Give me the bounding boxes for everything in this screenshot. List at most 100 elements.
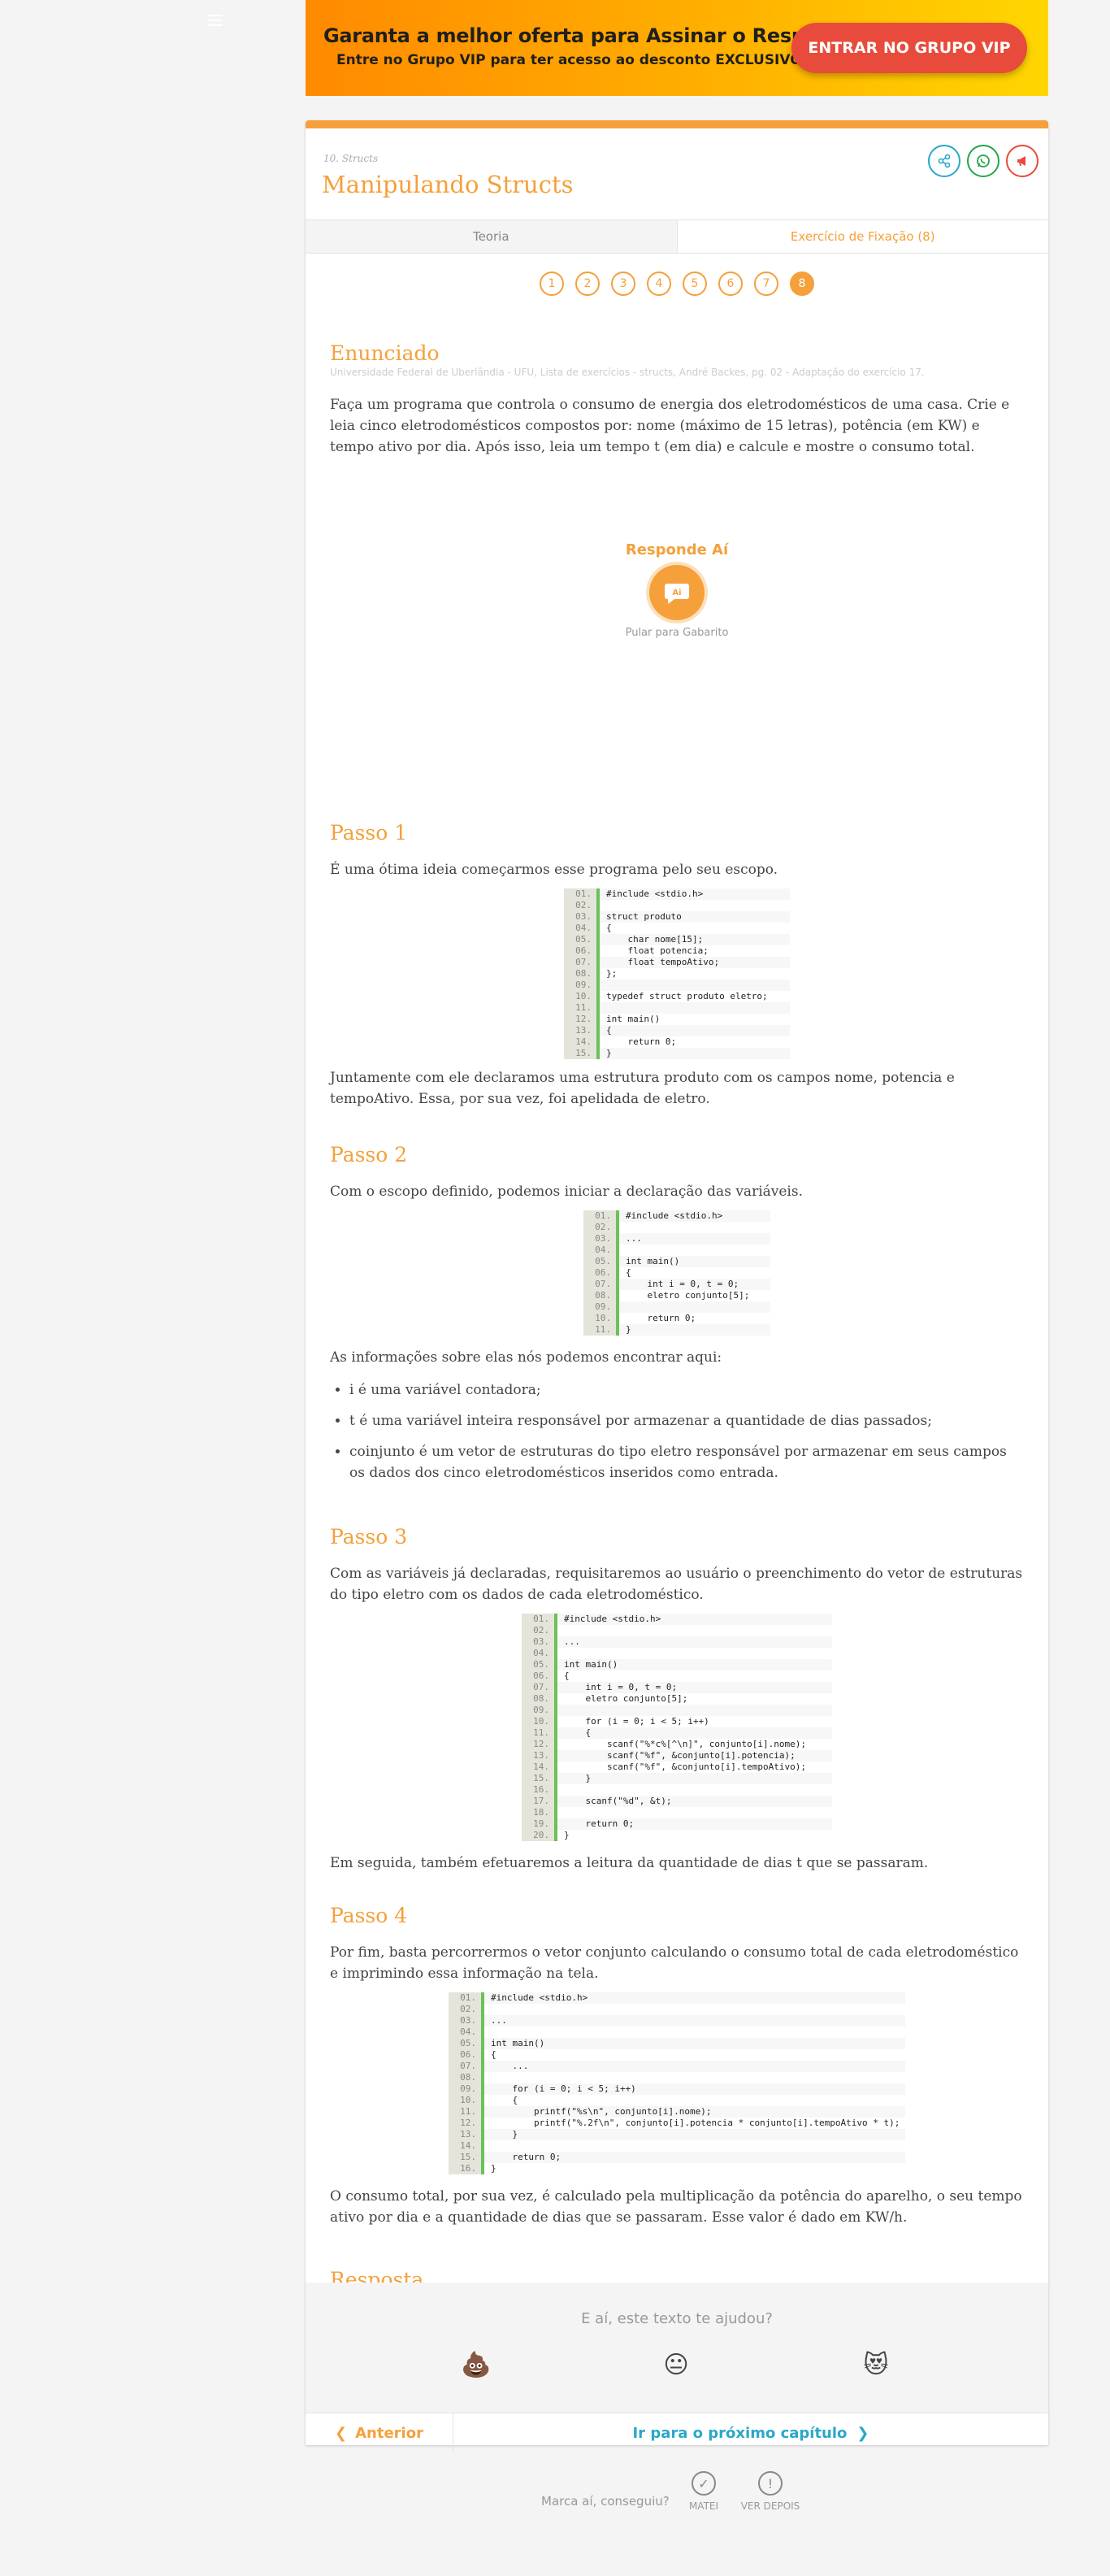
code-text: #include <stdio.h> xyxy=(606,888,704,899)
code-text: eletro conjunto[5]; xyxy=(564,1693,688,1704)
code-line: 07. ... xyxy=(449,2061,905,2072)
line-number: 16. xyxy=(449,2163,484,2174)
code-text: { xyxy=(606,1025,612,1036)
line-number: 10. xyxy=(583,1313,619,1324)
line-number: 05. xyxy=(583,1256,619,1267)
line-number: 07. xyxy=(583,1279,619,1290)
line-number: 04. xyxy=(564,923,600,934)
code-line: 10. return 0; xyxy=(583,1313,770,1324)
tab-teoria[interactable]: Teoria xyxy=(306,220,678,253)
code-text: int i = 0, t = 0; xyxy=(564,1682,678,1692)
code-text: struct produto xyxy=(606,911,682,922)
next-chapter-button[interactable]: Ir para o próximo capítulo ❯ xyxy=(453,2413,1048,2453)
chevron-right-icon: ❯ xyxy=(856,2425,869,2442)
code-line: 12. printf("%.2f\n", conjunto[i].potenci… xyxy=(449,2118,905,2129)
tab-bar: Teoria Exercício de Fixação (8) xyxy=(306,219,1048,254)
code-line: 08. xyxy=(449,2072,905,2083)
code-block: 01. #include <stdio.h> 02. 03. struct produt… xyxy=(564,888,790,1059)
code-line: 03.... xyxy=(583,1233,770,1245)
page-button[interactable]: 5 xyxy=(683,272,707,296)
line-number: 06. xyxy=(449,2049,484,2061)
feedback-section: E aí, este texto te ajudou? 💩 😐 😻 xyxy=(306,2283,1048,2413)
menu-icon[interactable] xyxy=(208,15,223,26)
code-text: return 0; xyxy=(564,1818,635,1829)
code-text: } xyxy=(606,1048,612,1058)
code-line: 08. eletro conjunto[5]; xyxy=(522,1693,832,1705)
code-block: 01. #include <stdio.h> 02. 03.... 04. 05. int … xyxy=(583,1210,770,1336)
line-number: 05. xyxy=(564,934,600,945)
code-line: 03. struct produto xyxy=(564,911,790,923)
code-line: 01. #include <stdio.h> xyxy=(564,888,790,900)
code-text: eletro conjunto[5]; xyxy=(626,1290,750,1301)
skip-to-answer-label[interactable]: Pular para Gabarito xyxy=(330,627,1024,639)
line-number: 15. xyxy=(449,2152,484,2163)
code-line: 04. xyxy=(522,1648,832,1659)
code-text: return 0; xyxy=(491,2152,562,2162)
code-line: 09. xyxy=(564,980,790,991)
code-line: 10. { xyxy=(449,2095,905,2106)
breadcrumb[interactable]: 10. Structs xyxy=(323,153,378,164)
code-block: 01. #include <stdio.h> 02. 03.... 04. 05. int … xyxy=(449,1992,905,2174)
share-icon[interactable] xyxy=(928,145,960,177)
page-button[interactable]: 3 xyxy=(611,272,635,296)
page-button[interactable]: 4 xyxy=(647,272,671,296)
code-line: 03.... xyxy=(522,1636,832,1648)
poop-icon[interactable]: 💩 xyxy=(460,2349,492,2382)
tab-exercicio[interactable]: Exercício de Fixação (8) xyxy=(677,220,1048,253)
report-icon[interactable] xyxy=(1006,145,1038,177)
line-number: 12. xyxy=(564,1014,600,1025)
neutral-face-icon[interactable]: 😐 xyxy=(660,2349,692,2382)
vip-group-button[interactable]: ENTRAR NO GRUPO VIP xyxy=(791,23,1027,73)
line-number: 20. xyxy=(522,1830,557,1841)
previous-button[interactable]: ❮ Anterior xyxy=(306,2413,453,2453)
whatsapp-icon[interactable] xyxy=(967,145,999,177)
chevron-left-icon: ❮ xyxy=(335,2425,348,2442)
code-text: { xyxy=(564,1727,592,1738)
passo-intro: Com as variáveis já declaradas, requisit… xyxy=(330,1566,1023,1603)
code-line: 07. float tempoAtivo; xyxy=(564,957,790,968)
code-line: 12. scanf("%*c%[^\n]", conjunto[i].nome)… xyxy=(522,1739,832,1750)
passo-intro: É uma ótima ideia começarmos esse progra… xyxy=(330,862,778,878)
line-number: 09. xyxy=(449,2083,484,2095)
code-text: { xyxy=(491,2095,518,2105)
line-number: 01. xyxy=(522,1614,557,1625)
passo-4: Passo 4 Por fim, basta percorrermos o ve… xyxy=(330,1904,1024,2228)
line-number: 09. xyxy=(522,1705,557,1716)
line-number: 14. xyxy=(449,2140,484,2152)
page-button[interactable]: 1 xyxy=(540,272,564,296)
later-button[interactable]: ! VER DEPOIS xyxy=(738,2471,803,2512)
skip-to-answer-button[interactable]: Ai xyxy=(649,565,705,620)
page-button[interactable]: 8 xyxy=(790,272,814,296)
code-line: 11. printf("%s\n", conjunto[i].nome); xyxy=(449,2106,905,2118)
code-line: 05. char nome[15]; xyxy=(564,934,790,945)
code-line: 06. { xyxy=(522,1670,832,1682)
passo-intro: Por fim, basta percorrermos o vetor conj… xyxy=(330,1944,1019,1982)
page-button[interactable]: 6 xyxy=(718,272,743,296)
code-line: 07. int i = 0, t = 0; xyxy=(583,1279,770,1290)
page-button[interactable]: 7 xyxy=(754,272,778,296)
promo-banner[interactable]: Garanta a melhor oferta para Assinar o R… xyxy=(306,0,1048,96)
line-number: 11. xyxy=(564,1002,600,1014)
line-number: 13. xyxy=(564,1025,600,1036)
line-number: 13. xyxy=(522,1750,557,1761)
code-line: 02. xyxy=(522,1625,832,1636)
page-button[interactable]: 2 xyxy=(575,272,600,296)
code-line: 01. #include <stdio.h> xyxy=(583,1210,770,1222)
code-text: ... xyxy=(564,1636,580,1647)
line-number: 04. xyxy=(449,2026,484,2038)
code-text: } xyxy=(626,1324,631,1335)
line-number: 07. xyxy=(522,1682,557,1693)
code-line: 11.} xyxy=(583,1324,770,1336)
heart-eyes-cat-icon[interactable]: 😻 xyxy=(860,2349,892,2382)
line-number: 17. xyxy=(522,1796,557,1807)
line-number: 09. xyxy=(583,1301,619,1313)
done-button[interactable]: ✓ MATEI xyxy=(671,2471,736,2512)
